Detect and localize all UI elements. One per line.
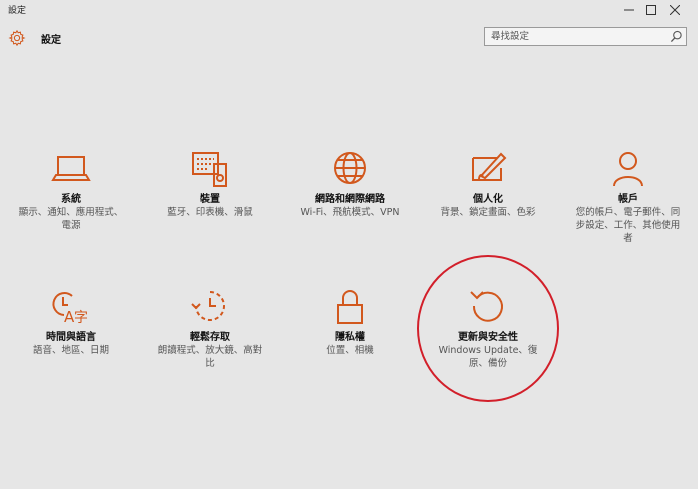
person-icon	[613, 152, 643, 187]
tile-description: 朗讀程式、放大鏡、高對比	[157, 345, 263, 369]
tile-ease-of-access[interactable]: 輕鬆存取 朗讀程式、放大鏡、高對比	[150, 288, 270, 370]
window-title: 設定	[8, 6, 27, 16]
globe-icon	[334, 152, 366, 184]
search-input[interactable]	[485, 28, 665, 45]
tile-privacy[interactable]: 隱私權 位置、相機	[290, 288, 410, 357]
ease-of-access-icon	[191, 291, 225, 321]
tile-name: 輕鬆存取	[190, 332, 230, 343]
page-title: 設定	[41, 35, 61, 46]
tile-name: 網路和網際網路	[315, 194, 385, 205]
tile-personalization[interactable]: 個人化 背景、鎖定畫面、色彩	[428, 150, 548, 219]
tile-time-language[interactable]: A 字 時間與語言 語音、地區、日期	[11, 288, 131, 357]
svg-text:字: 字	[74, 310, 88, 326]
search-icon[interactable]	[670, 30, 683, 43]
tile-name: 系統	[61, 194, 81, 205]
tile-system[interactable]: 系統 顯示、通知、應用程式、電源	[11, 150, 131, 232]
tile-accounts[interactable]: 帳戶 您的帳戶、電子郵件、同步設定、工作、其他使用者	[568, 150, 688, 245]
personalization-icon	[472, 152, 507, 181]
time-language-icon: A 字	[52, 292, 88, 326]
tile-name: 時間與語言	[46, 332, 96, 343]
close-button[interactable]	[652, 0, 698, 20]
tile-name: 更新與安全性	[458, 332, 518, 343]
tile-devices[interactable]: 裝置 藍牙、印表機、滑鼠	[150, 150, 270, 219]
gear-icon	[8, 29, 26, 47]
settings-header: 設定	[0, 24, 698, 54]
tile-name: 隱私權	[335, 332, 365, 343]
close-icon	[670, 5, 680, 15]
search-box[interactable]	[484, 27, 687, 46]
title-bar: 設定	[0, 0, 698, 20]
tile-description: 背景、鎖定畫面、色彩	[440, 207, 536, 218]
tile-name: 帳戶	[618, 194, 638, 205]
devices-icon	[192, 152, 227, 187]
tile-description: 位置、相機	[326, 345, 374, 356]
tile-description: 藍牙、印表機、滑鼠	[167, 207, 253, 218]
lock-icon	[337, 290, 363, 324]
tile-network[interactable]: 網路和網際網路 Wi-Fi、飛航模式、VPN	[290, 150, 410, 219]
tile-description: 顯示、通知、應用程式、電源	[18, 207, 124, 231]
laptop-icon	[51, 156, 91, 181]
tile-description: 您的帳戶、電子郵件、同步設定、工作、其他使用者	[575, 207, 681, 244]
tile-name: 個人化	[473, 194, 503, 205]
tile-description: 語音、地區、日期	[32, 345, 109, 356]
tile-description: Windows Update、復原、備份	[438, 345, 538, 369]
tile-update-security[interactable]: 更新與安全性 Windows Update、復原、備份	[428, 288, 548, 370]
update-icon	[470, 291, 503, 322]
tile-name: 裝置	[200, 194, 220, 205]
tile-description: Wi-Fi、飛航模式、VPN	[300, 207, 400, 218]
